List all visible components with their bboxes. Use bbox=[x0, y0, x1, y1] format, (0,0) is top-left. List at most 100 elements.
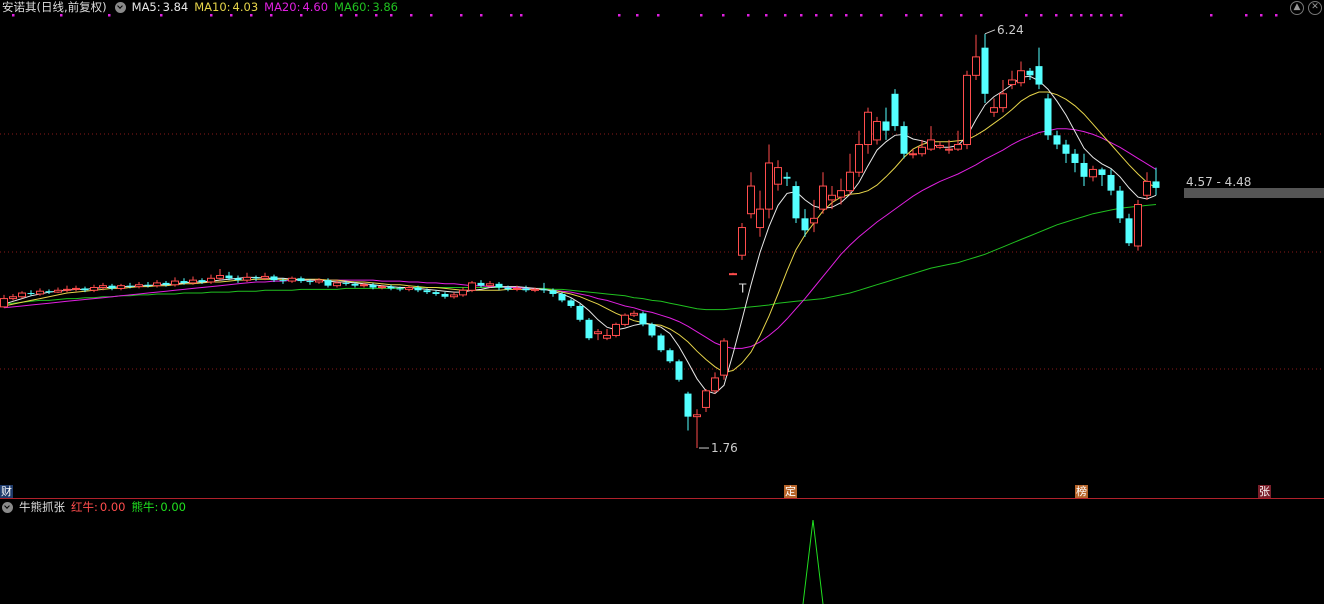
candle-body-up bbox=[855, 144, 863, 173]
candle-body-up bbox=[936, 144, 944, 148]
candle-body-up bbox=[216, 275, 224, 279]
badge-bang[interactable]: 榜 bbox=[1075, 485, 1088, 498]
ma20-label: MA20: bbox=[264, 0, 301, 14]
red-bull-label: 红牛: bbox=[71, 500, 98, 514]
candle-body-down bbox=[225, 275, 233, 279]
candle-body-down bbox=[81, 288, 89, 291]
candle-body-up bbox=[774, 167, 782, 185]
candlestick-chart[interactable]: 6.24 1.76 T 4.57 - 4.48 bbox=[0, 14, 1324, 498]
candle-body-up bbox=[243, 276, 251, 281]
signal-dot bbox=[430, 14, 433, 17]
candle-body-down bbox=[414, 287, 422, 291]
candle-body-up bbox=[117, 285, 125, 289]
candle-body-up bbox=[612, 323, 620, 336]
signal-dot bbox=[800, 14, 803, 17]
signal-dot bbox=[784, 14, 787, 17]
badge-ding[interactable]: 定 bbox=[784, 485, 797, 498]
badge-zhang[interactable]: 张 bbox=[1258, 485, 1271, 498]
candle-body-up bbox=[720, 340, 728, 376]
candle-body-down bbox=[540, 289, 548, 291]
candle-body-down bbox=[27, 293, 35, 295]
ma60-label: MA60: bbox=[334, 0, 371, 14]
candle-body-up bbox=[954, 144, 962, 150]
signal-dot bbox=[510, 14, 513, 17]
candle-body-down bbox=[504, 287, 512, 290]
candle-body-down bbox=[126, 285, 134, 287]
signal-dot bbox=[300, 14, 303, 17]
signal-dot bbox=[1080, 14, 1083, 17]
signal-dot bbox=[960, 14, 963, 17]
candle-body-up bbox=[999, 93, 1007, 109]
candle-body-up bbox=[153, 282, 161, 287]
candle-body-up bbox=[819, 185, 827, 210]
ma20-value: 4.60 bbox=[302, 0, 329, 14]
candle-body-down bbox=[783, 176, 791, 179]
signal-dot bbox=[210, 14, 213, 17]
signal-dot bbox=[860, 14, 863, 17]
signal-dot bbox=[1120, 14, 1123, 17]
candle-body-up bbox=[378, 286, 386, 289]
chevron-down-icon[interactable] bbox=[2, 501, 13, 513]
candle-body-down bbox=[108, 285, 116, 289]
signal-dot bbox=[618, 14, 621, 17]
candle-body-up bbox=[72, 287, 80, 290]
candle-body-up bbox=[207, 277, 215, 283]
candle-body-up bbox=[738, 227, 746, 256]
candle-body-up bbox=[729, 273, 737, 276]
signal-dot bbox=[270, 14, 273, 17]
stock-title: 安诺其(日线,前复权) bbox=[2, 0, 107, 14]
candle-body-up bbox=[990, 107, 998, 113]
candle-body-down bbox=[1062, 144, 1070, 154]
candle-body-down bbox=[882, 121, 890, 131]
candle-body-down bbox=[342, 282, 350, 284]
low-label: 1.76 bbox=[711, 441, 738, 455]
candle-body-down bbox=[558, 293, 566, 301]
candle-body-down bbox=[1071, 153, 1079, 163]
candle-body-down bbox=[1026, 70, 1034, 76]
signal-dot bbox=[980, 14, 983, 17]
candle-body-up bbox=[486, 283, 494, 287]
range-label: 4.57 - 4.48 bbox=[1186, 175, 1251, 189]
close-icon[interactable]: ✕ bbox=[1308, 1, 1322, 15]
bear-bull-value: 0.00 bbox=[160, 500, 186, 514]
candle-body-up bbox=[513, 287, 521, 290]
signal-dot bbox=[520, 14, 523, 17]
badge-cai[interactable]: 财 bbox=[0, 485, 13, 498]
candle-body-down bbox=[639, 313, 647, 325]
candle-body-down bbox=[801, 218, 809, 231]
signal-dot bbox=[830, 14, 833, 17]
candle-body-up bbox=[1017, 70, 1025, 84]
chevron-down-icon[interactable] bbox=[114, 1, 126, 13]
candle-body-up bbox=[630, 312, 638, 316]
candle-body-down bbox=[567, 300, 575, 306]
signal-dot bbox=[250, 14, 253, 17]
candle-body-up bbox=[54, 289, 62, 293]
candle-body-up bbox=[450, 294, 458, 298]
indicator-name: 牛熊抓张 bbox=[19, 500, 65, 514]
collapse-up-icon[interactable]: ▲ bbox=[1290, 1, 1304, 15]
candle-body-down bbox=[522, 288, 530, 291]
candle-body-down bbox=[1116, 190, 1124, 219]
candle-body-up bbox=[747, 185, 755, 215]
candle-body-down bbox=[1098, 169, 1106, 175]
signal-dot bbox=[747, 14, 750, 17]
candle-body-down bbox=[441, 293, 449, 297]
ma10-value: 4.03 bbox=[232, 0, 259, 14]
candle-body-up bbox=[405, 287, 413, 290]
signal-dot bbox=[410, 14, 413, 17]
candle-body-down bbox=[675, 361, 683, 380]
candle-body-down bbox=[270, 276, 278, 281]
candle-body-up bbox=[36, 290, 44, 295]
candle-body-down bbox=[1152, 181, 1160, 188]
candle-body-up bbox=[315, 279, 323, 283]
candle-body-down bbox=[495, 283, 503, 288]
signal-dot bbox=[1025, 14, 1028, 17]
signal-dot bbox=[722, 14, 725, 17]
candle-body-down bbox=[387, 286, 395, 289]
range-band bbox=[1184, 188, 1324, 198]
candle-body-down bbox=[891, 93, 899, 127]
candle-body-down bbox=[585, 319, 593, 339]
candle-body-down bbox=[279, 280, 287, 282]
signal-dot bbox=[920, 14, 923, 17]
ma60-value: 3.86 bbox=[372, 0, 398, 14]
